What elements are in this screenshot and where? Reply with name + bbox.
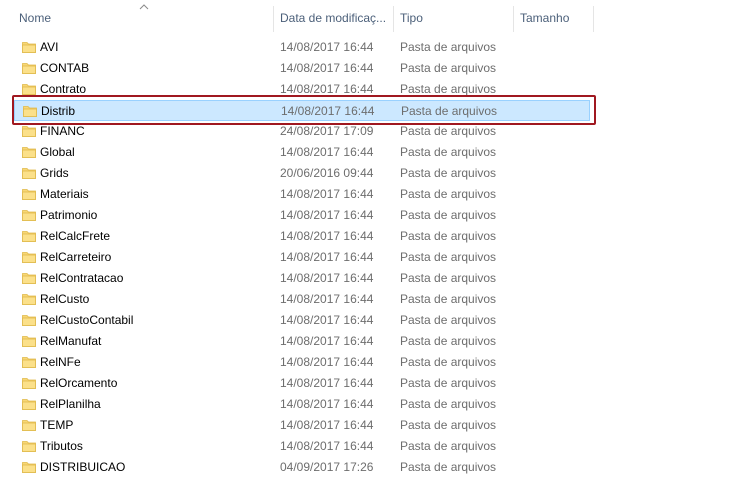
file-row[interactable]: Global 14/08/2017 16:44 Pasta de arquivos xyxy=(14,142,590,163)
file-name: Global xyxy=(40,145,75,159)
column-divider[interactable] xyxy=(593,6,594,32)
file-date-modified: 14/08/2017 16:44 xyxy=(280,208,374,222)
file-row[interactable]: RelCustoContabil 14/08/2017 16:44 Pasta de… xyxy=(14,310,590,331)
file-type: Pasta de arquivos xyxy=(400,313,497,327)
file-date-modified: 04/09/2017 17:26 xyxy=(280,460,374,474)
folder-icon xyxy=(22,126,36,137)
file-date-modified: 14/08/2017 16:44 xyxy=(280,145,374,159)
file-type: Pasta de arquivos xyxy=(400,40,497,54)
file-type: Pasta de arquivos xyxy=(400,397,497,411)
file-name: RelCarreteiro xyxy=(40,250,112,264)
folder-icon xyxy=(22,231,36,242)
file-name: RelCustoContabil xyxy=(40,313,134,327)
file-date-modified: 14/08/2017 16:44 xyxy=(280,292,374,306)
folder-icon xyxy=(22,336,36,347)
file-type: Pasta de arquivos xyxy=(400,229,497,243)
folder-icon xyxy=(22,441,36,452)
file-row[interactable]: RelOrcamento 14/08/2017 16:44 Pasta de arq… xyxy=(14,373,590,394)
file-name: Tributos xyxy=(40,439,83,453)
file-row[interactable]: AVI 14/08/2017 16:44 Pasta de arquivos xyxy=(14,37,590,58)
folder-icon xyxy=(22,315,36,326)
file-type: Pasta de arquivos xyxy=(400,166,497,180)
file-type: Pasta de arquivos xyxy=(400,355,497,369)
file-type: Pasta de arquivos xyxy=(400,250,497,264)
folder-icon xyxy=(22,294,36,305)
file-row[interactable]: RelPlanilha 14/08/2017 16:44 Pasta de arqu… xyxy=(14,394,590,415)
file-date-modified: 14/08/2017 16:44 xyxy=(280,313,374,327)
file-row[interactable]: RelContratacao 14/08/2017 16:44 Pasta de a… xyxy=(14,268,590,289)
folder-icon xyxy=(22,462,36,473)
file-name: DISTRIBUICAO xyxy=(40,460,126,474)
file-type: Pasta de arquivos xyxy=(400,61,497,75)
file-row[interactable]: CONTAB 14/08/2017 16:44 Pasta de arquivos xyxy=(14,58,590,79)
file-date-modified: 20/06/2016 09:44 xyxy=(280,166,374,180)
file-type: Pasta de arquivos xyxy=(400,145,497,159)
file-row[interactable]: RelManufat 14/08/2017 16:44 Pasta de arqui… xyxy=(14,331,590,352)
file-type: Pasta de arquivos xyxy=(400,208,497,222)
folder-icon xyxy=(22,357,36,368)
file-row[interactable]: TEMP 14/08/2017 16:44 Pasta de arquivos xyxy=(14,415,590,436)
file-date-modified: 14/08/2017 16:44 xyxy=(280,61,374,75)
file-row[interactable]: RelCusto 14/08/2017 16:44 Pasta de arquivo… xyxy=(14,289,590,310)
folder-icon xyxy=(22,189,36,200)
file-date-modified: 14/08/2017 16:44 xyxy=(280,187,374,201)
file-name: TEMP xyxy=(40,418,74,432)
folder-icon xyxy=(22,210,36,221)
file-row[interactable]: Tributos 14/08/2017 16:44 Pasta de arquivo… xyxy=(14,436,590,457)
folder-icon xyxy=(22,168,36,179)
file-date-modified: 14/08/2017 16:44 xyxy=(280,229,374,243)
folder-icon xyxy=(22,252,36,263)
file-date-modified: 14/08/2017 16:44 xyxy=(280,355,374,369)
annotation-highlight-box xyxy=(12,95,596,125)
folder-icon xyxy=(22,42,36,53)
file-name: AVI xyxy=(40,40,59,54)
file-name: RelOrcamento xyxy=(40,376,118,390)
file-row[interactable]: Materiais 14/08/2017 16:44 Pasta de arquiv… xyxy=(14,184,590,205)
file-row[interactable]: RelCalcFrete 14/08/2017 16:44 Pasta de arq… xyxy=(14,226,590,247)
file-date-modified: 14/08/2017 16:44 xyxy=(280,418,374,432)
folder-icon xyxy=(22,84,36,95)
file-row[interactable]: Patrimonio 14/08/2017 16:44 Pasta de arqui… xyxy=(14,205,590,226)
file-type: Pasta de arquivos xyxy=(400,292,497,306)
folder-icon xyxy=(22,420,36,431)
file-name: RelNFe xyxy=(40,355,81,369)
folder-icon xyxy=(22,147,36,158)
file-name: CONTAB xyxy=(40,61,90,75)
file-date-modified: 14/08/2017 16:44 xyxy=(280,40,374,54)
column-header-size[interactable]: Tamanho xyxy=(514,0,594,34)
folder-icon xyxy=(22,63,36,74)
file-type: Pasta de arquivos xyxy=(400,187,497,201)
column-header-bar: Nome Data de modificaç... Tipo Tamanho xyxy=(0,0,744,34)
file-date-modified: 14/08/2017 16:44 xyxy=(280,439,374,453)
file-name: Patrimonio xyxy=(40,208,98,222)
folder-icon xyxy=(22,378,36,389)
file-row[interactable]: Grids 20/06/2016 09:44 Pasta de arquivos xyxy=(14,163,590,184)
file-date-modified: 14/08/2017 16:44 xyxy=(280,397,374,411)
file-type: Pasta de arquivos xyxy=(400,271,497,285)
file-type: Pasta de arquivos xyxy=(400,418,497,432)
column-header-name[interactable]: Nome xyxy=(13,0,273,34)
file-date-modified: 14/08/2017 16:44 xyxy=(280,250,374,264)
column-header-type[interactable]: Tipo xyxy=(394,0,514,34)
file-row[interactable]: DISTRIBUICAO 04/09/2017 17:26 Pasta de arq… xyxy=(14,457,590,478)
file-name: Materiais xyxy=(40,187,89,201)
file-name: RelContratacao xyxy=(40,271,124,285)
file-type: Pasta de arquivos xyxy=(400,460,497,474)
file-date-modified: 14/08/2017 16:44 xyxy=(280,271,374,285)
file-name: RelPlanilha xyxy=(40,397,101,411)
file-type: Pasta de arquivos xyxy=(400,439,497,453)
file-type: Pasta de arquivos xyxy=(400,334,497,348)
file-name: Grids xyxy=(40,166,69,180)
file-name: RelCusto xyxy=(40,292,90,306)
file-date-modified: 14/08/2017 16:44 xyxy=(280,376,374,390)
folder-icon xyxy=(22,273,36,284)
file-row[interactable]: RelNFe 14/08/2017 16:44 Pasta de arquivos xyxy=(14,352,590,373)
file-name: RelCalcFrete xyxy=(40,229,111,243)
file-name: RelManufat xyxy=(40,334,102,348)
column-header-date[interactable]: Data de modificaç... xyxy=(274,0,394,34)
file-date-modified: 14/08/2017 16:44 xyxy=(280,334,374,348)
folder-icon xyxy=(22,399,36,410)
file-type: Pasta de arquivos xyxy=(400,376,497,390)
file-row[interactable]: RelCarreteiro 14/08/2017 16:44 Pasta de ar… xyxy=(14,247,590,268)
